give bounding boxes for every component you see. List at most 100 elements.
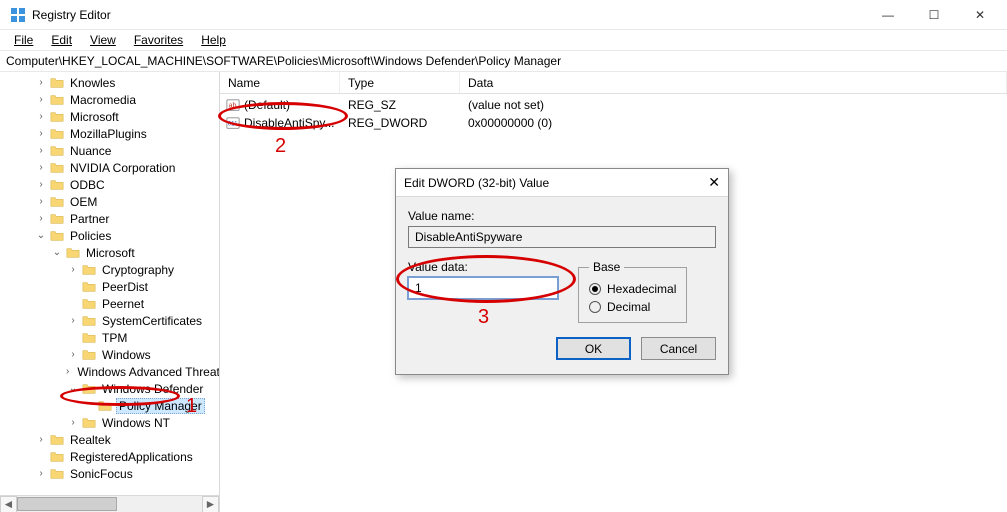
tree-horizontal-scrollbar[interactable]: ◄ ► [0, 495, 219, 512]
tree-label: PeerDist [100, 280, 150, 294]
chevron-right-icon[interactable]: › [66, 263, 80, 277]
window-title: Registry Editor [32, 8, 111, 22]
folder-icon [66, 246, 80, 260]
column-header-name[interactable]: Name [220, 72, 340, 93]
value-data: 0x00000000 (0) [460, 116, 1007, 130]
menu-help[interactable]: Help [193, 32, 234, 48]
tree-label: Windows NT [100, 416, 172, 430]
chevron-right-icon[interactable]: › [34, 178, 48, 192]
list-row[interactable]: 011DisableAntiSpy...REG_DWORD0x00000000 … [220, 114, 1007, 132]
tree-item-knowles[interactable]: › Knowles [2, 74, 219, 91]
chevron-right-icon[interactable]: › [34, 144, 48, 158]
chevron-down-icon[interactable]: ⌄ [66, 382, 80, 396]
tree-item-policies[interactable]: ⌄Policies [2, 227, 219, 244]
folder-icon [50, 127, 64, 141]
tree-item-windows[interactable]: › Windows [2, 346, 219, 363]
folder-icon [50, 93, 64, 107]
scroll-right-button[interactable]: ► [202, 496, 219, 512]
tree-item-microsoft[interactable]: ›Microsoft [2, 108, 219, 125]
tree-item-partner[interactable]: ›Partner [2, 210, 219, 227]
folder-icon [50, 450, 64, 464]
radio-dot-icon [589, 283, 601, 295]
radio-hexadecimal[interactable]: Hexadecimal [589, 282, 676, 296]
twisty-none [34, 450, 48, 464]
tree-item-cryptography[interactable]: ›Cryptography [2, 261, 219, 278]
chevron-right-icon[interactable]: › [34, 93, 48, 107]
tree-item-nvidia-corporation[interactable]: ›NVIDIA Corporation [2, 159, 219, 176]
tree-item-tpm[interactable]: TPM [2, 329, 219, 346]
chevron-right-icon[interactable]: › [66, 365, 69, 379]
folder-icon [50, 76, 64, 90]
menu-file[interactable]: File [6, 32, 41, 48]
tree-label: SonicFocus [68, 467, 135, 481]
folder-icon [50, 467, 64, 481]
maximize-button[interactable]: ☐ [911, 0, 957, 30]
folder-icon [50, 433, 64, 447]
chevron-right-icon[interactable]: › [66, 314, 80, 328]
tree-label: Windows Defender [100, 382, 205, 396]
tree-item-realtek[interactable]: › Realtek [2, 431, 219, 448]
chevron-right-icon[interactable]: › [34, 110, 48, 124]
valuedata-input[interactable] [408, 277, 558, 299]
value-type: REG_DWORD [340, 116, 460, 130]
dialog-titlebar[interactable]: Edit DWORD (32-bit) Value ✕ [396, 169, 728, 197]
tree-item-nuance[interactable]: › Nuance [2, 142, 219, 159]
chevron-down-icon[interactable]: ⌄ [34, 229, 48, 243]
tree-item-mozillaplugins[interactable]: ›MozillaPlugins [2, 125, 219, 142]
minimize-button[interactable]: — [865, 0, 911, 30]
tree-item-macromedia[interactable]: ›Macromedia [2, 91, 219, 108]
tree-item-registeredapplications[interactable]: RegisteredApplications [2, 448, 219, 465]
scroll-left-button[interactable]: ◄ [0, 496, 17, 512]
tree-item-peerdist[interactable]: PeerDist [2, 278, 219, 295]
tree-label: Windows [100, 348, 153, 362]
chevron-right-icon[interactable]: › [34, 467, 48, 481]
tree-item-sonicfocus[interactable]: › SonicFocus [2, 465, 219, 482]
value-type: REG_SZ [340, 98, 460, 112]
chevron-right-icon[interactable]: › [66, 348, 80, 362]
tree-label: Peernet [100, 297, 146, 311]
ok-button[interactable]: OK [556, 337, 631, 360]
tree-item-microsoft[interactable]: ⌄Microsoft [2, 244, 219, 261]
tree-item-odbc[interactable]: ›ODBC [2, 176, 219, 193]
tree-label: Knowles [68, 76, 117, 90]
twisty-none [66, 331, 80, 345]
radio-decimal[interactable]: Decimal [589, 300, 676, 314]
tree-item-systemcertificates[interactable]: ›SystemCertificates [2, 312, 219, 329]
dialog-close-button[interactable]: ✕ [708, 174, 720, 191]
close-button[interactable]: ✕ [957, 0, 1003, 30]
menu-view[interactable]: View [82, 32, 124, 48]
tree-item-windows-advanced-threat-protection[interactable]: ›Windows Advanced Threat Protection [2, 363, 219, 380]
folder-icon [50, 178, 64, 192]
chevron-right-icon[interactable]: › [66, 416, 80, 430]
twisty-none [66, 297, 80, 311]
menu-edit[interactable]: Edit [43, 32, 80, 48]
scroll-track[interactable] [17, 496, 202, 512]
annotation-label-2: 2 [275, 135, 286, 158]
tree-item-oem[interactable]: ›OEM [2, 193, 219, 210]
tree-label: Realtek [68, 433, 113, 447]
address-input[interactable] [0, 51, 1007, 71]
chevron-right-icon[interactable]: › [34, 195, 48, 209]
window-titlebar: Registry Editor — ☐ ✕ [0, 0, 1007, 30]
scroll-thumb[interactable] [17, 497, 117, 511]
tree-label: RegisteredApplications [68, 450, 195, 464]
folder-icon [50, 110, 64, 124]
column-header-data[interactable]: Data [460, 72, 1007, 93]
chevron-right-icon[interactable]: › [34, 127, 48, 141]
column-header-type[interactable]: Type [340, 72, 460, 93]
chevron-right-icon[interactable]: › [34, 212, 48, 226]
folder-icon [82, 382, 96, 396]
binary-value-icon: 011 [226, 116, 240, 130]
chevron-right-icon[interactable]: › [34, 76, 48, 90]
chevron-right-icon[interactable]: › [34, 433, 48, 447]
chevron-down-icon[interactable]: ⌄ [50, 246, 64, 260]
tree-label: Nuance [68, 144, 113, 158]
chevron-right-icon[interactable]: › [34, 161, 48, 175]
folder-icon [82, 416, 96, 430]
list-row[interactable]: ab(Default)REG_SZ(value not set) [220, 96, 1007, 114]
tree-item-peernet[interactable]: Peernet [2, 295, 219, 312]
tree-pane: › Knowles›Macromedia›Microsoft›MozillaPlu… [0, 72, 220, 512]
cancel-button[interactable]: Cancel [641, 337, 716, 360]
folder-icon [82, 331, 96, 345]
menu-favorites[interactable]: Favorites [126, 32, 191, 48]
